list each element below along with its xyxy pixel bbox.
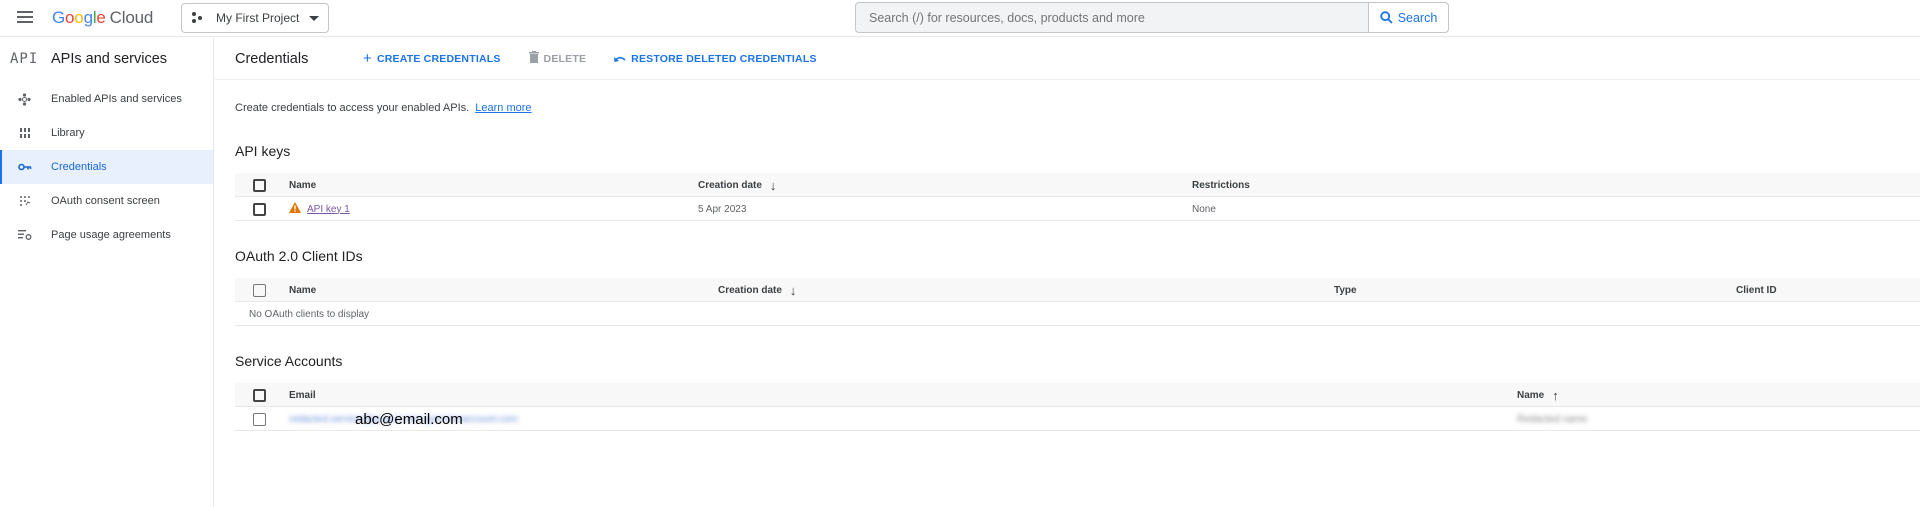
main-content: Credentials + CREATE CREDENTIALS DELETE … xyxy=(215,38,1920,507)
sidebar-title: APIs and services xyxy=(51,51,168,67)
search-button-label: Search xyxy=(1397,10,1438,25)
delete-button[interactable]: DELETE xyxy=(528,50,587,67)
google-cloud-logo[interactable]: Google Cloud xyxy=(52,8,153,28)
empty-message: No OAuth clients to display xyxy=(249,308,370,320)
page-usage-icon xyxy=(0,229,51,241)
oauth-consent-icon xyxy=(0,195,51,207)
intro-text: Create credentials to access your enable… xyxy=(235,102,532,114)
learn-more-link[interactable]: Learn more xyxy=(475,102,531,114)
sidebar-item-oauth-consent[interactable]: OAuth consent screen xyxy=(0,184,213,218)
column-label: Creation date xyxy=(698,179,762,191)
create-credentials-label: CREATE CREDENTIALS xyxy=(376,52,501,65)
column-email[interactable]: Email xyxy=(289,383,316,407)
key-icon xyxy=(0,163,51,171)
project-icon xyxy=(192,12,206,24)
arrow-down-icon: ↓ xyxy=(789,282,797,298)
table-header: Name Creation date ↓ Type Client ID xyxy=(235,278,1920,302)
intro-message: Create credentials to access your enable… xyxy=(235,102,470,114)
restore-deleted-credentials-button[interactable]: RESTORE DELETED CREDENTIALS xyxy=(614,50,816,67)
plus-icon: + xyxy=(363,50,372,67)
warning-icon xyxy=(289,202,301,216)
email-overlay-text: abc@email.com xyxy=(355,411,463,428)
undo-icon xyxy=(614,50,626,67)
column-name[interactable]: Name xyxy=(289,278,316,302)
project-picker[interactable]: My First Project xyxy=(181,3,329,33)
logo-letter: G xyxy=(52,8,66,27)
column-name[interactable]: Name xyxy=(289,173,316,197)
action-bar: Credentials + CREATE CREDENTIALS DELETE … xyxy=(215,38,1920,80)
api-badge-icon: API xyxy=(10,51,39,67)
logo-letter: o xyxy=(74,8,84,27)
enabled-apis-icon xyxy=(0,92,51,106)
library-icon xyxy=(0,127,51,139)
page-title: Credentials xyxy=(235,50,309,67)
sidebar-item-label: Credentials xyxy=(51,161,107,173)
table-row: API key 1 5 Apr 2023 None xyxy=(235,197,1920,221)
restore-label: RESTORE DELETED CREDENTIALS xyxy=(631,52,817,65)
trash-icon xyxy=(528,50,539,67)
column-label: Creation date xyxy=(718,284,782,296)
create-credentials-button[interactable]: + CREATE CREDENTIALS xyxy=(363,50,501,67)
search-input[interactable] xyxy=(856,3,1368,32)
sidebar-item-label: OAuth consent screen xyxy=(51,195,160,207)
column-restrictions[interactable]: Restrictions xyxy=(1192,173,1250,197)
api-keys-table: Name Creation date ↓ Restrictions API key… xyxy=(235,173,1920,221)
oauth-table: Name Creation date ↓ Type Client ID No OA… xyxy=(235,278,1920,326)
sidebar-item-page-usage[interactable]: Page usage agreements xyxy=(0,218,213,252)
sidebar-item-credentials[interactable]: Credentials xyxy=(0,150,213,184)
sidebar-item-label: Enabled APIs and services xyxy=(51,93,182,105)
sidebar-item-library[interactable]: Library xyxy=(0,116,213,150)
search-bar: Search xyxy=(855,2,1449,33)
service-account-name: Redacted name xyxy=(1517,413,1588,425)
column-type[interactable]: Type xyxy=(1334,278,1357,302)
column-creation-date[interactable]: Creation date ↓ xyxy=(698,173,776,197)
service-accounts-title: Service Accounts xyxy=(235,353,343,369)
column-label: Name xyxy=(1517,389,1545,401)
column-name[interactable]: Name ↑ xyxy=(1517,383,1559,407)
delete-label: DELETE xyxy=(543,52,587,65)
arrow-up-icon: ↑ xyxy=(1552,387,1559,403)
sidebar-item-enabled-apis[interactable]: Enabled APIs and services xyxy=(0,82,213,116)
sidebar-item-label: Library xyxy=(51,127,85,139)
creation-date: 5 Apr 2023 xyxy=(698,203,747,215)
main-menu-icon[interactable] xyxy=(17,11,33,23)
logo-letter: o xyxy=(65,8,75,27)
oauth-title: OAuth 2.0 Client IDs xyxy=(235,248,363,264)
logo-letter: g xyxy=(83,8,93,27)
empty-row: No OAuth clients to display xyxy=(235,302,1920,326)
top-bar: Google Cloud My First Project Search xyxy=(0,0,1920,37)
sidebar-header: API APIs and services xyxy=(0,38,213,80)
select-all-checkbox[interactable] xyxy=(253,388,266,402)
arrow-down-icon: ↓ xyxy=(769,177,777,193)
row-checkbox[interactable] xyxy=(253,202,266,216)
table-row: redacted.service@project.iam.gserviceacc… xyxy=(235,407,1920,431)
api-key-link[interactable]: API key 1 xyxy=(307,204,350,215)
chevron-down-icon xyxy=(309,15,320,21)
restrictions: None xyxy=(1192,203,1216,215)
api-keys-title: API keys xyxy=(235,143,291,159)
column-client-id[interactable]: Client ID xyxy=(1736,278,1777,302)
project-name: My First Project xyxy=(216,11,300,25)
search-button[interactable]: Search xyxy=(1368,3,1448,32)
logo-letter: e xyxy=(96,8,106,27)
row-checkbox[interactable] xyxy=(253,412,266,426)
table-header: Name Creation date ↓ Restrictions xyxy=(235,173,1920,197)
column-creation-date[interactable]: Creation date ↓ xyxy=(718,278,796,302)
select-all-checkbox[interactable] xyxy=(253,283,266,297)
sidebar: API APIs and services Enabled APIs and s… xyxy=(0,38,214,507)
select-all-checkbox[interactable] xyxy=(253,178,266,192)
search-icon xyxy=(1379,11,1393,24)
table-header: Email Name ↑ xyxy=(235,383,1920,407)
service-accounts-table: Email Name ↑ redacted.service@project.iam… xyxy=(235,383,1920,431)
sidebar-item-label: Page usage agreements xyxy=(51,229,171,241)
logo-product: Cloud xyxy=(109,8,154,27)
